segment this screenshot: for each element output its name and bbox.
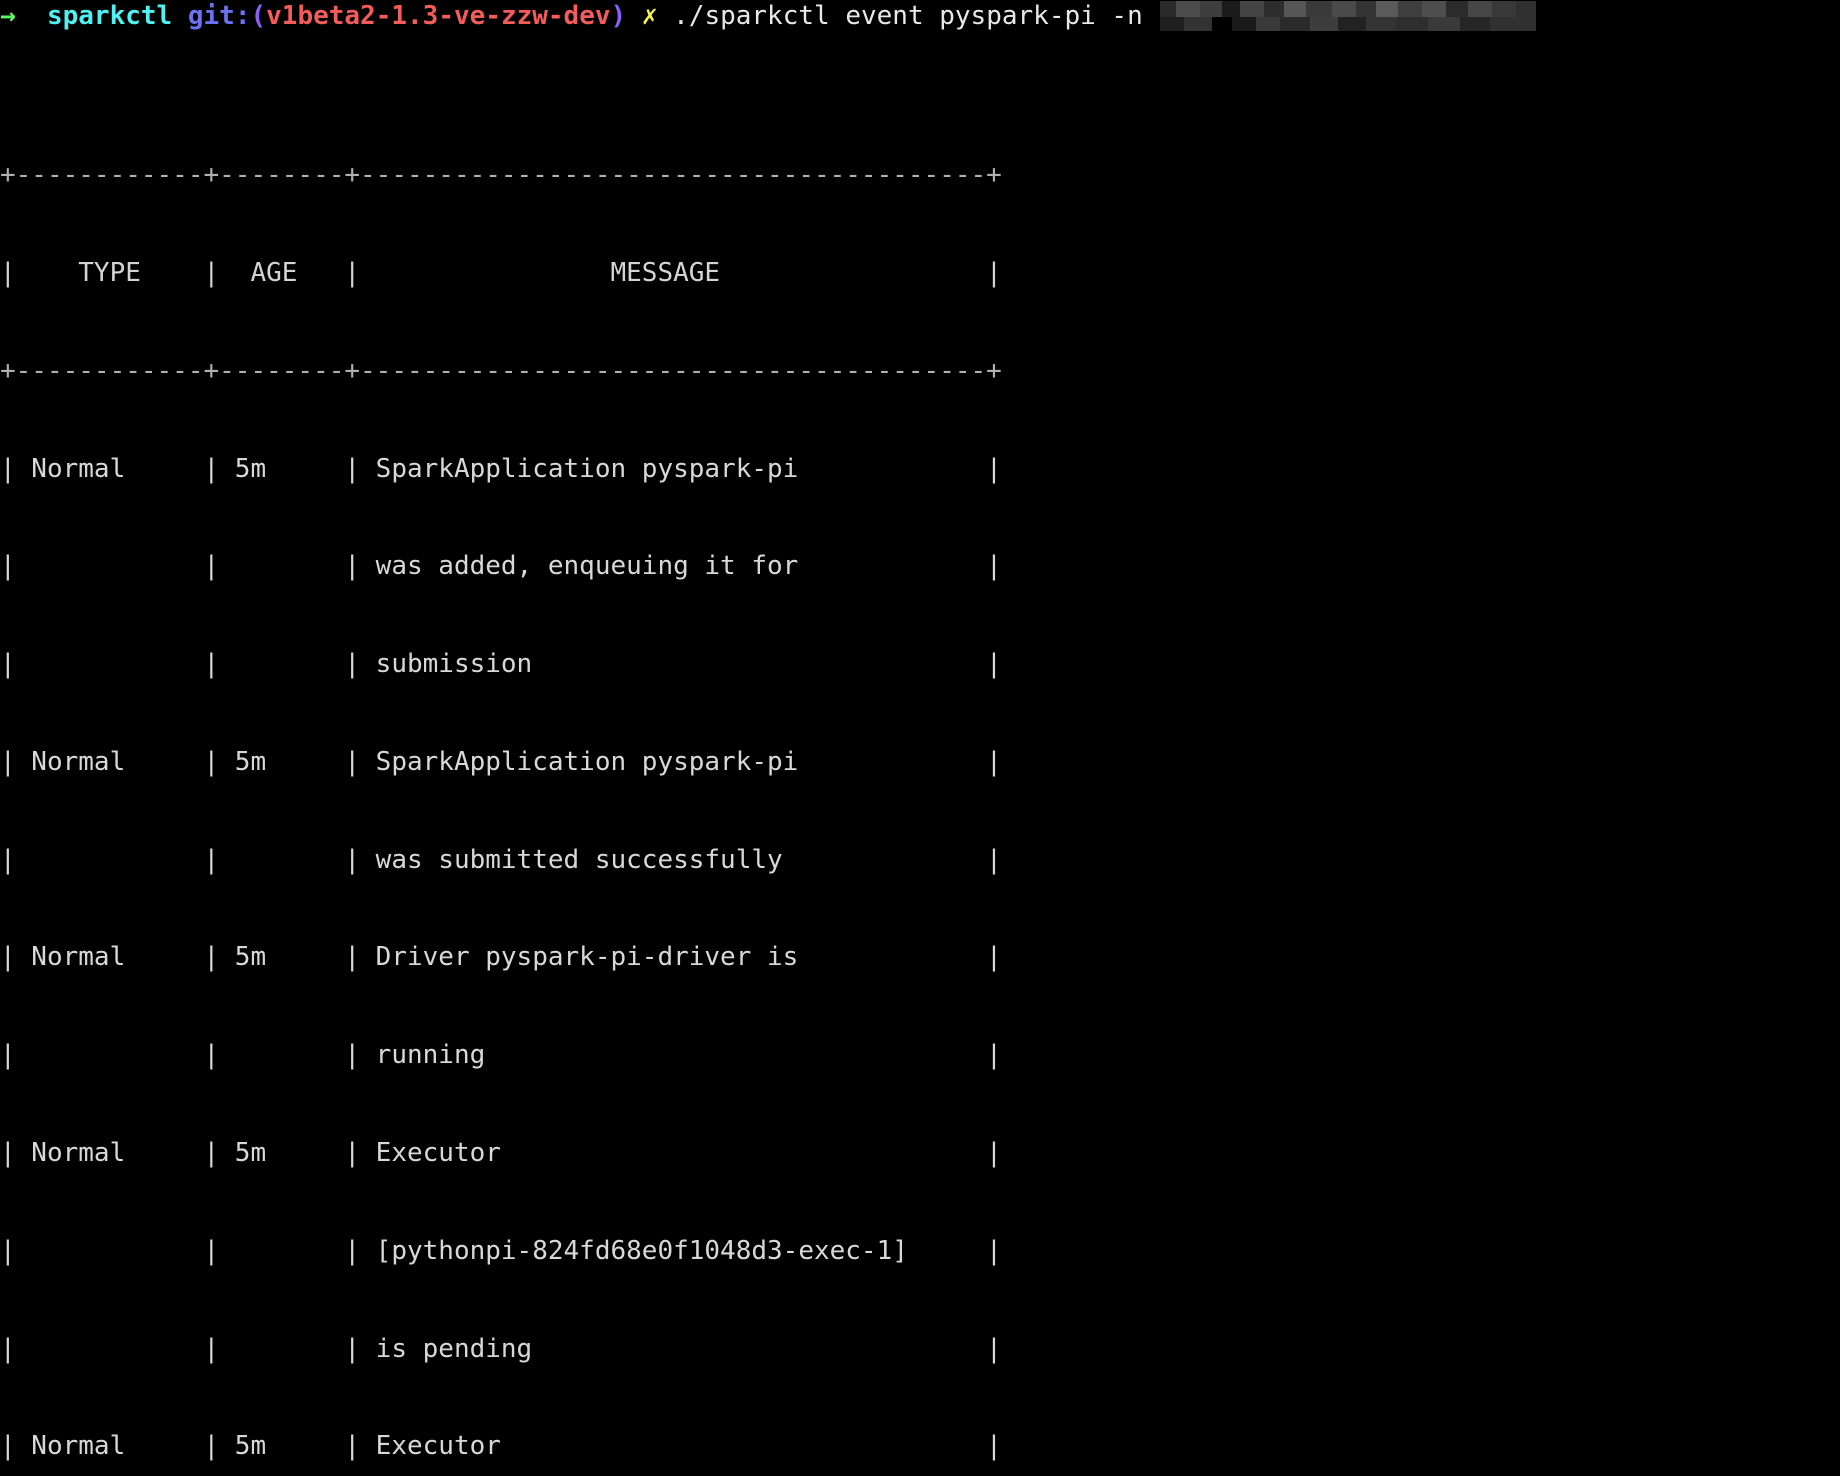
prompt-git-branch: v1beta2-1.3-ve-zzw-dev (266, 1, 611, 31)
prompt-arrow-icon: → (0, 1, 16, 31)
table-row: | Normal | 5m | Driver pyspark-pi-driver… (0, 942, 1002, 973)
prompt-space-4 (657, 0, 673, 34)
table-border-header: +------------+--------+-----------------… (0, 355, 1002, 386)
table-row: | Normal | 5m | Executor | (0, 1138, 1002, 1168)
table-row: | | | [pythonpi-824fd68e0f1048d3-exec-1]… (0, 1235, 1002, 1266)
table-row: | Normal | 5m | SparkApplication pyspark… (0, 746, 1002, 777)
prompt-open-paren: ( (250, 1, 267, 31)
prompt-space-3 (626, 0, 642, 34)
shell-prompt-line: → sparkctl git: ( v1beta2-1.3-ve-zzw-dev… (0, 0, 1537, 34)
table-border-top: +------------+--------+-----------------… (0, 160, 1002, 191)
redacted-namespace-block (1160, 1, 1537, 31)
table-row: | | | submission | (0, 649, 1002, 680)
table-row: | | | was added, enqueuing it for | (0, 551, 1002, 582)
prompt-space-2 (172, 0, 188, 34)
table-row: | | | running | (0, 1040, 1002, 1071)
table-row: | Normal | 5m | SparkApplication pyspark… (0, 453, 1002, 484)
prompt-git-label: git: (187, 1, 251, 31)
table-header-row: | TYPE | AGE | MESSAGE | (0, 257, 1002, 288)
prompt-directory: sparkctl (46, 1, 173, 31)
prompt-error-icon: ✗ (641, 1, 658, 31)
terminal-window[interactable]: → sparkctl git: ( v1beta2-1.3-ve-zzw-dev… (0, 0, 1840, 1461)
prompt-close-paren: ) (610, 1, 627, 31)
table-row: | | | was submitted successfully | (0, 844, 1002, 875)
command-text: ./sparkctl event pyspark-pi -n (673, 1, 1159, 31)
events-table: +------------+--------+-----------------… (0, 94, 1002, 1476)
table-row: | | | is pending | (0, 1333, 1002, 1364)
table-row: | Normal | 5m | Executor | (0, 1431, 1002, 1462)
prompt-space-1 (16, 0, 47, 34)
